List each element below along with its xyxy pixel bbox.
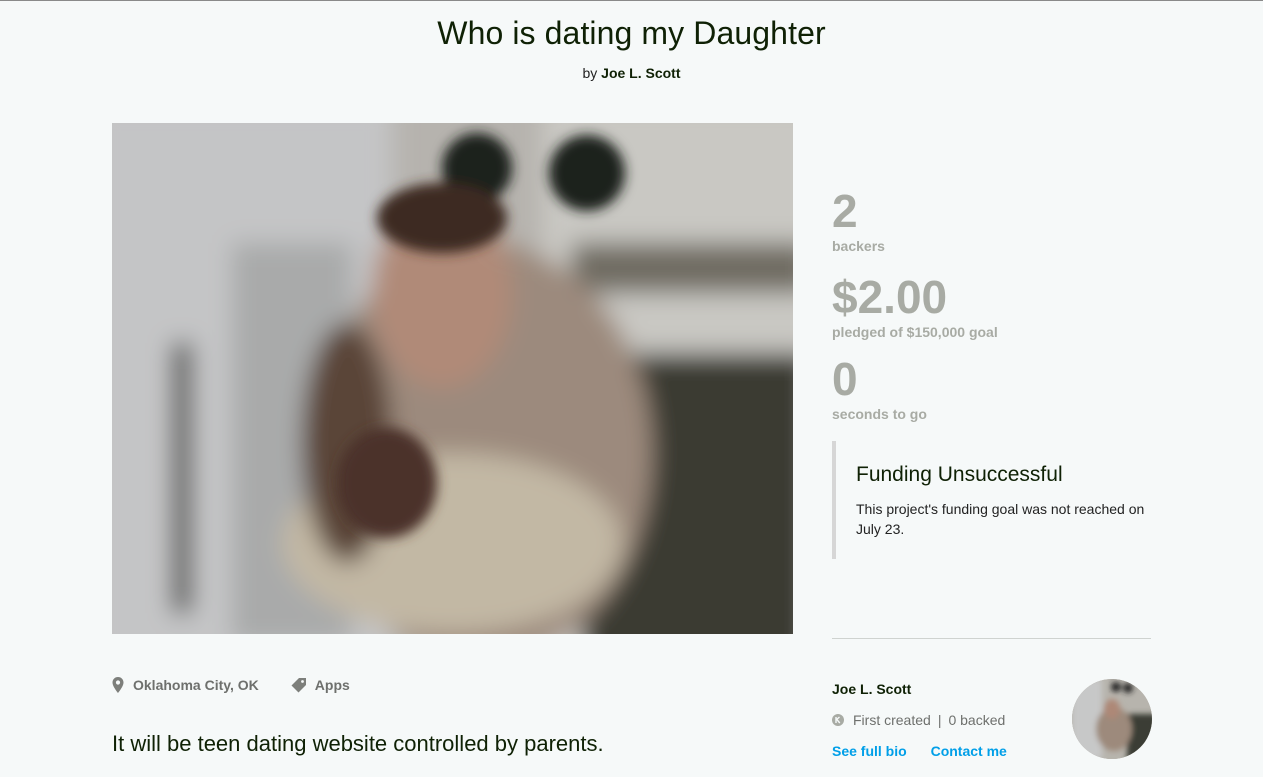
creator-name-link[interactable]: Joe L. Scott [832, 681, 911, 697]
byline-prefix: by [582, 65, 598, 81]
creator-stats: First created | 0 backed [832, 712, 1005, 728]
project-byline: by Joe L. Scott [0, 65, 1263, 81]
category-link[interactable]: Apps [291, 677, 350, 693]
first-created-label: First created [853, 712, 931, 728]
kickstarter-k-icon [832, 714, 844, 726]
backers-label: backers [832, 238, 885, 254]
backers-count: 2 [832, 185, 858, 237]
funding-status-box: Funding Unsuccessful This project's fund… [832, 441, 1152, 559]
pledged-stat: $2.00 pledged of $150,000 goal [832, 274, 998, 340]
see-full-bio-link[interactable]: See full bio [832, 743, 907, 759]
backers-stat: 2 backers [832, 188, 885, 254]
pledged-label: pledged of $150,000 goal [832, 324, 998, 340]
time-value: 0 [832, 353, 858, 405]
pledged-amount: $2.00 [832, 271, 948, 323]
byline-creator-link[interactable]: Joe L. Scott [601, 65, 680, 81]
funding-status-title: Funding Unsuccessful [856, 463, 1063, 486]
funding-status-text: This project's funding goal was not reac… [856, 501, 1145, 537]
location-link[interactable]: Oklahoma City, OK [112, 677, 259, 693]
stats-separator: | [937, 712, 942, 728]
project-meta: Oklahoma City, OK Apps [112, 677, 382, 693]
project-video[interactable] [112, 123, 793, 634]
time-label: seconds to go [832, 406, 927, 422]
project-title: Who is dating my Daughter [437, 15, 826, 51]
location-label: Oklahoma City, OK [133, 677, 259, 693]
time-stat: 0 seconds to go [832, 356, 927, 422]
creator-avatar-image [1072, 679, 1152, 759]
backed-count-label: 0 backed [948, 712, 1006, 728]
project-blurb: It will be teen dating website controlle… [112, 731, 604, 756]
video-thumbnail-image [112, 123, 793, 634]
contact-me-link[interactable]: Contact me [931, 743, 1007, 759]
sidebar-divider [832, 638, 1151, 639]
category-label: Apps [314, 677, 350, 693]
map-pin-icon [112, 677, 124, 693]
creator-links: See full bio Contact me [832, 743, 1007, 759]
creator-avatar[interactable] [1072, 679, 1152, 759]
tag-icon [291, 677, 306, 692]
